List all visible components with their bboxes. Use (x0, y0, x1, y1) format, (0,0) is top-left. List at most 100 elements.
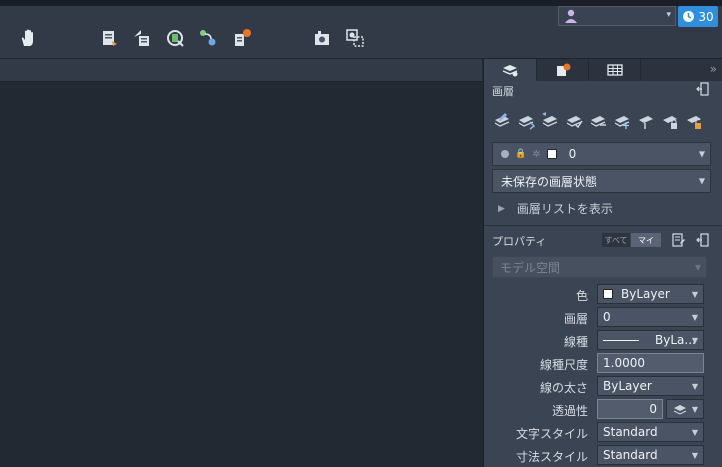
timer-value: 30 (698, 9, 714, 24)
property-label: 寸法スタイル (515, 450, 588, 464)
property-label: 画層 (563, 312, 588, 326)
properties-header: プロパティ すべて マイ (484, 226, 722, 256)
property-row-linetype: 線種 ByLa... ▼ (484, 330, 722, 352)
expand-triangle-icon: ▶ (498, 203, 505, 214)
drawing-canvas[interactable] (0, 82, 482, 467)
layer-freeze-icon[interactable] (230, 26, 254, 50)
show-layer-list-toggle[interactable]: ▶ 画層リストを表示 (498, 200, 613, 217)
toggle-mine-button[interactable]: マイ (631, 233, 661, 247)
float-panel-icon[interactable] (696, 233, 710, 247)
lineweight-dropdown[interactable]: ByLayer ▼ (597, 376, 704, 396)
chevron-down-icon: ▾ (666, 10, 671, 20)
palette-tabs: » (484, 59, 722, 81)
layer-previous-icon[interactable] (540, 111, 560, 131)
property-row-text-style: 文字スタイル Standard ▼ (484, 422, 722, 444)
chevron-down-icon: ▼ (691, 335, 698, 345)
dim-style-dropdown[interactable]: Standard ▼ (597, 445, 704, 465)
chevron-down-icon: ▼ (691, 289, 698, 299)
layer-lock-icon[interactable] (660, 111, 680, 131)
float-panel-icon[interactable] (696, 82, 710, 96)
property-label: 線の太さ (539, 381, 588, 395)
linetype-sample (603, 339, 639, 341)
property-label: 透過性 (551, 404, 588, 418)
markup-tab-icon (556, 63, 570, 76)
chevron-down-icon: ▼ (694, 262, 701, 272)
transparency-layers-icon (673, 405, 687, 415)
toggle-all-button[interactable]: すべて (602, 233, 630, 247)
property-label: 文字スタイル (515, 427, 588, 441)
space-dropdown[interactable]: モデル空間 ▼ (492, 256, 707, 278)
quick-select-icon[interactable] (672, 233, 686, 247)
layers-tab-icon (502, 65, 518, 77)
chevron-down-icon: ▼ (691, 381, 698, 391)
layer-walk-icon[interactable] (196, 26, 220, 50)
current-layer-name: 0 (568, 147, 577, 161)
chevron-down-icon: ▼ (691, 404, 698, 414)
layer-freeze-state-icon: ✲ (532, 148, 541, 160)
property-value: Standard (603, 425, 658, 439)
property-value: 0 (603, 310, 611, 324)
text-style-dropdown[interactable]: Standard ▼ (597, 422, 704, 442)
chevron-down-icon: ▼ (691, 312, 698, 322)
layer-state-dropdown[interactable]: 未保存の画層状態 ▼ (492, 169, 711, 193)
layer-change-icon[interactable] (588, 111, 608, 131)
layer-unlock-icon[interactable] (684, 111, 704, 131)
transparency-mode-dropdown[interactable]: ▼ (666, 399, 704, 419)
user-account-dropdown[interactable]: ▾ (558, 6, 676, 26)
layer-tools-row (492, 111, 717, 133)
property-row-dim-style: 寸法スタイル Standard ▼ (484, 445, 722, 467)
zoom-extents-icon[interactable] (343, 26, 367, 50)
property-label: 色 (575, 289, 588, 303)
layer-iso-icon[interactable] (130, 26, 154, 50)
current-layer-dropdown[interactable]: 🔒 ✲ 0 ▼ (492, 142, 711, 166)
property-value: ByLayer (621, 287, 670, 301)
layers-section-title: 画層 (492, 85, 514, 98)
property-row-color: 色 ByLayer ▼ (484, 284, 722, 306)
property-row-layer: 画層 0 ▼ (484, 307, 722, 329)
chevron-down-icon: ▼ (698, 149, 705, 159)
linetype-scale-input[interactable]: 1.0000 (597, 353, 704, 373)
chevron-down-icon: ▼ (691, 427, 698, 437)
layer-match-tool-icon[interactable] (564, 111, 584, 131)
layer-dropdown[interactable]: 0 ▼ (597, 307, 704, 327)
property-value: 0 (649, 402, 657, 416)
layer-state-value: 未保存の画層状態 (501, 174, 598, 189)
show-layer-list-label: 画層リストを表示 (516, 202, 613, 216)
trial-timer-button[interactable]: 30 (678, 6, 718, 27)
property-row-transparency: 透過性 0 ▼ (484, 399, 722, 421)
clock-icon (683, 11, 695, 22)
layer-off-icon[interactable] (636, 111, 656, 131)
palette-panel: » 画層 🔒 ✲ 0 ▼ 未保存の画層状態 ▼ ▶ 画層リストを表示 プロパティ… (483, 59, 722, 467)
transparency-input[interactable]: 0 (597, 399, 663, 419)
tab-layers[interactable] (484, 59, 537, 81)
layer-color-swatch (546, 149, 557, 159)
property-value: ByLa... (655, 333, 696, 347)
color-dropdown[interactable]: ByLayer ▼ (597, 284, 704, 304)
property-value: Standard (603, 448, 658, 462)
tab-markup[interactable] (537, 59, 589, 81)
property-row-linetype-scale: 線種尺度 1.0000 (484, 353, 722, 375)
view-camera-icon[interactable] (310, 26, 334, 50)
tab-table[interactable] (589, 59, 641, 81)
layer-states-icon[interactable] (98, 26, 122, 50)
collapse-panel-button[interactable]: » (710, 62, 717, 76)
property-row-lineweight: 線の太さ ByLayer ▼ (484, 376, 722, 398)
linetype-dropdown[interactable]: ByLa... ▼ (597, 330, 704, 350)
layer-properties-icon[interactable] (492, 111, 512, 131)
pan-icon[interactable] (16, 26, 40, 50)
color-swatch (603, 289, 613, 299)
space-value: モデル空間 (500, 260, 561, 275)
chevron-down-icon: ▼ (691, 450, 698, 460)
property-value: 1.0000 (603, 356, 645, 370)
properties-section-title: プロパティ (492, 235, 547, 248)
layer-match-icon[interactable] (163, 26, 187, 50)
property-value: ByLayer (603, 379, 652, 393)
property-label: 線種 (563, 335, 588, 349)
layer-freeze-tool-icon[interactable] (612, 111, 632, 131)
drawing-tab-bar (0, 59, 482, 82)
table-tab-icon (606, 64, 623, 76)
chevron-down-icon: ▼ (698, 176, 705, 186)
layer-on-icon (501, 150, 509, 158)
layer-make-current-icon[interactable] (516, 111, 536, 131)
user-avatar-icon (565, 9, 577, 23)
